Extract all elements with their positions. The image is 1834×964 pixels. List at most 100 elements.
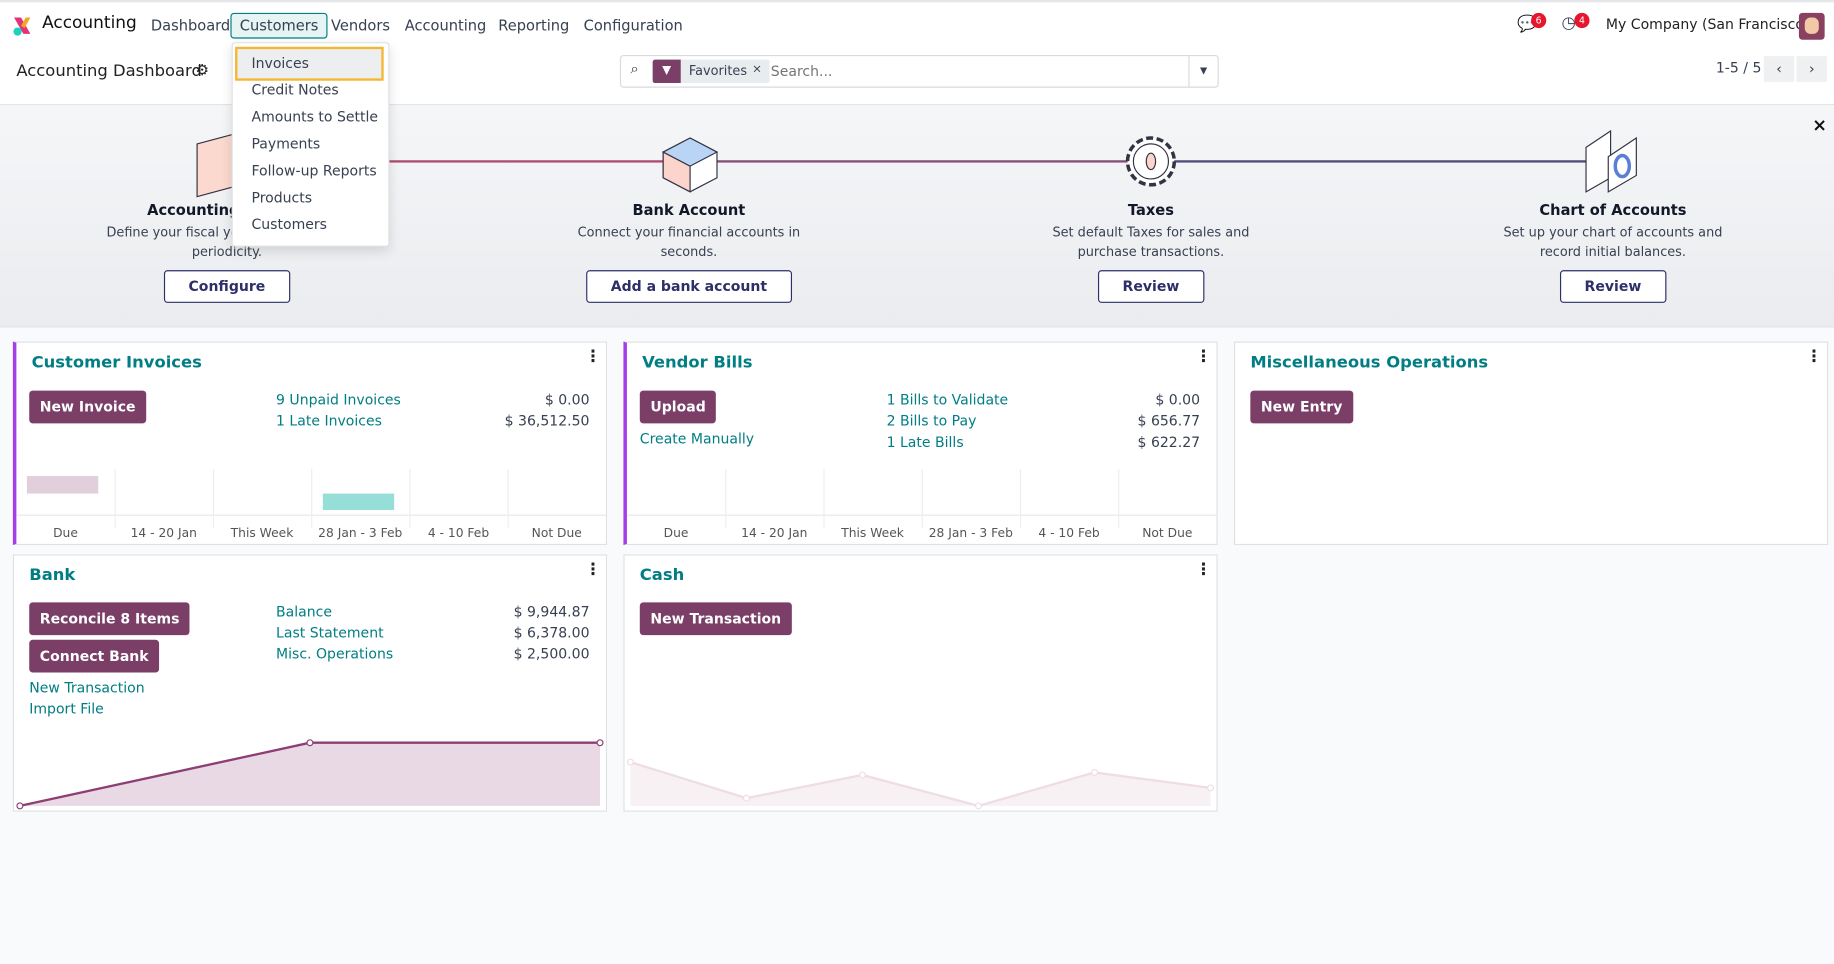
menu-item-credit-notes[interactable]: Credit Notes <box>251 82 338 98</box>
kebab-menu-icon[interactable]: ⋮ <box>585 349 601 365</box>
column-separator <box>311 469 313 528</box>
menu-item-amounts-to-settle[interactable]: Amounts to Settle <box>251 109 378 125</box>
pager-next-icon[interactable]: › <box>1796 56 1827 82</box>
step-title: Taxes <box>1127 201 1174 219</box>
customers-dropdown-menu: Invoices Credit Notes Amounts to Settle … <box>231 42 390 247</box>
menu-item-payments[interactable]: Payments <box>251 136 320 152</box>
x-axis-label: Not Due <box>531 526 582 541</box>
new-invoice-button[interactable]: New Invoice <box>29 390 147 424</box>
pager-previous-icon[interactable]: ‹ <box>1763 56 1795 82</box>
graph-point <box>858 771 867 779</box>
favorites-facet[interactable]: ▼ Favorites × <box>652 59 770 84</box>
create-manually-link[interactable]: Create Manually <box>640 430 754 446</box>
late-bills-link[interactable]: 1 Late Bills <box>887 434 964 450</box>
column-separator <box>921 469 923 528</box>
progress-line <box>688 160 1151 163</box>
card-title[interactable]: Bank <box>29 566 75 585</box>
nav-reporting[interactable]: Reporting <box>489 13 579 39</box>
activities-clock-icon[interactable]: ◷ <box>1561 14 1575 33</box>
nav-accounting[interactable]: Accounting <box>395 13 495 39</box>
import-file-link[interactable]: Import File <box>29 701 104 717</box>
column-separator <box>212 469 215 528</box>
new-transaction-link[interactable]: New Transaction <box>29 680 144 696</box>
x-axis-label: This Week <box>230 526 294 541</box>
graph-area <box>630 762 1211 806</box>
review-chart-of-accounts-button[interactable]: Review <box>1559 270 1666 303</box>
search-icon: ⌕ <box>630 60 639 79</box>
progress-line <box>1150 160 1613 163</box>
amount: $ 622.27 <box>1137 433 1201 451</box>
last-statement-link[interactable]: Last Statement <box>276 625 384 641</box>
balance-link[interactable]: Balance <box>276 604 332 620</box>
search-options-toggle-icon[interactable]: ▼ <box>1188 56 1217 87</box>
step-description: Set up your chart of accounts and record… <box>1503 224 1723 260</box>
graph-point <box>1091 768 1099 776</box>
user-avatar[interactable] <box>1798 12 1825 40</box>
kebab-menu-icon[interactable]: ⋮ <box>585 561 601 577</box>
card-title[interactable]: Vendor Bills <box>642 353 752 372</box>
nav-customers[interactable]: Customers <box>230 12 328 39</box>
bank-balance-graph[interactable] <box>14 731 606 811</box>
new-transaction-button[interactable]: New Transaction <box>639 602 792 636</box>
amount: $ 9,944.87 <box>513 603 590 620</box>
chart-bar-due[interactable] <box>26 476 99 494</box>
configure-button[interactable]: Configure <box>163 270 290 303</box>
menu-item-invoices[interactable]: Invoices <box>251 55 308 71</box>
column-separator <box>1118 469 1120 528</box>
search-input[interactable] <box>770 59 1187 84</box>
nav-dashboard[interactable]: Dashboard <box>142 13 240 39</box>
nav-configuration[interactable]: Configuration <box>574 13 692 39</box>
puzzle-piece-icon <box>661 137 719 193</box>
kebab-menu-icon[interactable]: ⋮ <box>1195 561 1211 577</box>
menu-item-products[interactable]: Products <box>251 189 312 205</box>
kebab-menu-icon[interactable]: ⋮ <box>1195 349 1211 365</box>
misc-operations-card: Miscellaneous Operations ⋮ New Entry <box>1233 341 1829 546</box>
search-bar: ⌕ ▼ Favorites × ▼ <box>619 54 1219 88</box>
bank-card: Bank ⋮ Reconcile 8 Items Connect Bank Ne… <box>12 554 608 812</box>
reconcile-items-button[interactable]: Reconcile 8 Items <box>29 602 191 636</box>
late-invoices-link[interactable]: 1 Late Invoices <box>276 413 382 429</box>
remove-facet-icon[interactable]: × <box>752 63 762 76</box>
new-entry-button[interactable]: New Entry <box>1250 390 1353 424</box>
graph-point <box>742 794 750 802</box>
gear-icon[interactable]: ⚙ <box>195 62 209 80</box>
connect-bank-button[interactable]: Connect Bank <box>29 639 160 673</box>
cash-sample-graph <box>626 758 1215 810</box>
amount: $ 656.77 <box>1137 412 1201 430</box>
x-axis-label: Due <box>53 526 78 541</box>
graph-point <box>975 802 983 810</box>
card-title[interactable]: Miscellaneous Operations <box>1250 353 1488 372</box>
close-icon[interactable]: × <box>1812 115 1827 136</box>
card-title[interactable]: Customer Invoices <box>32 353 202 372</box>
nav-vendors[interactable]: Vendors <box>322 13 400 39</box>
chart-document-icon <box>1585 129 1637 193</box>
pager-value[interactable]: 1-5 / 5 <box>1716 60 1762 76</box>
bills-to-pay-link[interactable]: 2 Bills to Pay <box>887 413 977 429</box>
x-axis-label: Due <box>663 526 689 541</box>
app-name[interactable]: Accounting <box>42 14 137 33</box>
amount: $ 2,500.00 <box>513 645 590 663</box>
review-taxes-button[interactable]: Review <box>1097 270 1204 303</box>
x-axis-label: Not Due <box>1142 526 1193 541</box>
column-separator <box>507 469 509 528</box>
graph-area <box>19 742 601 806</box>
x-axis-label: 14 - 20 Jan <box>130 526 197 541</box>
company-switcher[interactable]: My Company (San Francisco) <box>1606 16 1809 32</box>
graph-point <box>16 802 24 810</box>
late-amount: $ 36,512.50 <box>504 412 590 430</box>
menu-item-follow-up-reports[interactable]: Follow-up Reports <box>251 163 376 179</box>
gear-cog-icon <box>1125 136 1177 187</box>
x-axis-label: This Week <box>841 526 904 541</box>
menu-item-customers[interactable]: Customers <box>251 216 326 232</box>
step-description: Connect your financial accounts in secon… <box>577 224 801 260</box>
add-bank-account-button[interactable]: Add a bank account <box>586 270 792 303</box>
misc-operations-link[interactable]: Misc. Operations <box>276 646 393 662</box>
column-separator <box>409 469 411 528</box>
kebab-menu-icon[interactable]: ⋮ <box>1806 349 1822 365</box>
card-title[interactable]: Cash <box>640 566 684 585</box>
upload-button[interactable]: Upload <box>639 390 717 424</box>
unpaid-invoices-link[interactable]: 9 Unpaid Invoices <box>276 392 401 408</box>
graph-point <box>1207 784 1215 792</box>
bills-to-validate-link[interactable]: 1 Bills to Validate <box>887 392 1009 408</box>
chart-bar-28jan-3feb[interactable] <box>322 493 395 510</box>
